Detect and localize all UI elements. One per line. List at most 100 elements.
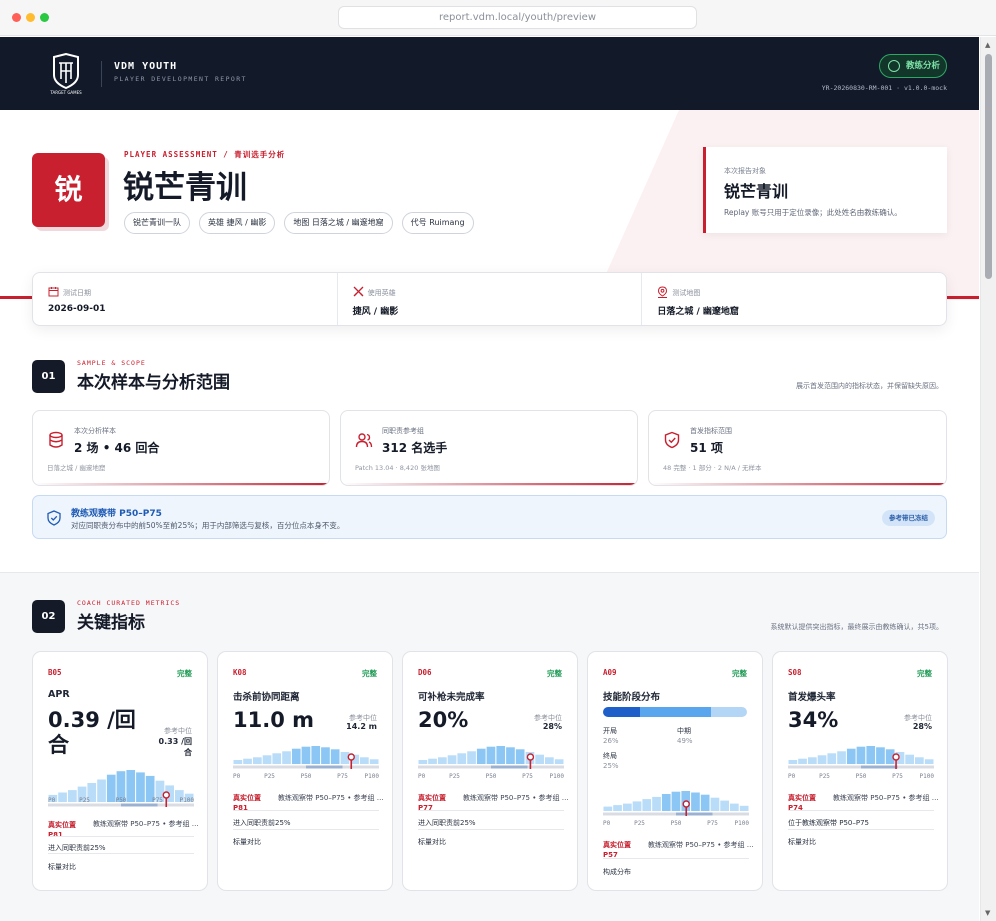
metric-card-s08[interactable]: S08 完整 首发爆头率 34% 参考中位 28% P0 P25 P50 P75 P10… [772,651,948,891]
sample-card: 本次分析样本 2 场 • 46 回合 日落之城 / 幽邃地窟 [32,410,330,486]
minimize-window-icon[interactable] [26,13,35,22]
metric-name: APR [48,689,70,700]
distribution-bar [457,753,467,764]
reference-value: 312 名选手 [382,441,448,455]
scrollbar-thumb[interactable] [985,54,992,279]
axis-tick-label: P0 [418,773,426,780]
distribution-bar [642,799,652,811]
distribution-bar [924,759,934,764]
coach-analysis-badge[interactable]: 教练分析 [879,54,947,78]
tag-hero: 英雄 捷风 / 幽影 [199,212,276,234]
percentile-axis: P0 P25 P50 P75 P100 [603,820,749,830]
distribution-bar [603,806,613,811]
metric-value: 20% [418,708,469,732]
distribution-bar [330,749,340,764]
distribution-bar [700,794,710,811]
card-accent-bar [33,483,329,485]
distribution-bar [652,796,661,811]
distribution-bar [506,747,515,764]
axis-tick-label: P25 [819,773,830,780]
sample-label: 本次分析样本 [74,427,116,435]
info-hero-label: 使用英雄 [367,289,396,297]
distribution-bar [817,755,827,764]
axis-tick-label: P0 [48,797,56,804]
reference-label: 同职责参考组 [382,427,424,435]
header-divider [101,61,102,87]
vertical-scrollbar[interactable]: ▲ ▼ [980,37,996,921]
metric-status: 完整 [917,669,932,678]
distribution-bar [447,755,457,764]
position-label: 真实位置 P57 [603,841,631,859]
stage-label-late: 终局 [603,752,617,760]
band-title: 教练观察带 P50–P75 [71,509,162,519]
database-icon [49,431,63,448]
target-desc: Replay 账号只用于定位录像；此处姓名由教练确认。 [724,208,902,217]
band-summary: 教练观察带 P50–P75 • 参考组 … [648,841,754,849]
brand-subtitle: PLAYER DEVELOPMENT REPORT [114,75,247,83]
metric-name: 首发爆头率 [788,692,836,703]
sample-sub: 日落之城 / 幽邃地窟 [47,464,106,472]
metric-value: 34% [788,708,839,732]
info-map-label: 测试地图 [672,289,701,297]
section-number-02: 02 [32,600,65,633]
percentile-axis: P0 P25 P50 P75 P100 [233,773,379,783]
shield-check-icon [664,431,680,449]
metric-line3: 标量对比 [48,863,76,871]
distribution-bar [535,754,544,764]
distribution-bar [623,803,632,811]
distribution-bar [291,748,301,764]
info-date-value: 2026-09-01 [48,304,106,314]
metric-card-k08[interactable]: K08 完整 击杀前协同距离 11.0 m 参考中位 14.2 m P0 P25 P… [217,651,393,891]
percentile-axis: P0 P25 P50 P75 P100 [788,773,934,783]
metric-code: D06 [418,668,432,677]
player-tags: 锐芒青训一队 英雄 捷风 / 幽影 地图 日落之城 / 幽邃地窟 代号 Ruim… [124,212,474,234]
shield-logo-icon: TARGET GAMES [49,53,82,95]
distribution-bar [808,757,817,764]
metric-line2: 位于教练观察带 P50–P75 [788,819,869,827]
stage-pct-early: 26% [603,737,619,745]
svg-text:TARGET GAMES: TARGET GAMES [49,90,82,95]
info-hero: 使用英雄 捷风 / 幽影 [338,273,643,325]
distribution-bar [545,757,554,764]
close-window-icon[interactable] [12,13,21,22]
axis-tick-label: P25 [449,773,460,780]
axis-tick-label: P50 [485,773,497,780]
map-pin-icon [658,286,668,298]
scope-label: 首发指标范围 [690,427,732,435]
percentile-axis: P0 P25 P50 P75 P100 [48,797,194,807]
info-date-label: 测试日期 [63,289,91,297]
address-bar[interactable]: report.vdm.local/youth/preview [338,6,697,29]
distribution-bar [613,805,622,811]
check-circle-icon [888,60,900,72]
metric-code: K08 [233,668,247,677]
maximize-window-icon[interactable] [40,13,49,22]
distribution-bar [418,760,428,764]
axis-tick-label: P75 [152,797,163,804]
section1-note: 展示首发范围内的指标状态，并保留缺失原因。 [796,382,943,390]
distribution-bar [691,792,700,811]
observation-band [861,765,898,769]
metric-card-b05[interactable]: B05 完整 APR 0.39 /回合 参考中位 0.33 /回合 P0 P25 P… [32,651,208,891]
divider [233,810,379,811]
scroll-up-arrow-icon[interactable]: ▲ [985,41,990,49]
metric-card-d06[interactable]: D06 完整 可补枪未完成率 20% 参考中位 28% P0 P25 P50 P75 P… [402,651,578,891]
scope-value: 51 项 [690,441,723,455]
divider [603,858,749,859]
target-label: 本次报告对象 [724,167,766,175]
player-marker [892,753,900,761]
card-accent-bar [649,483,946,485]
divider [788,810,934,811]
metric-card-a09[interactable]: A09 完整 技能阶段分布 开局 26% 中期 49% 终局 25% P0 P25… [587,651,763,891]
stage-pct-mid: 49% [677,737,693,745]
position-label: 真实位置 P81 [48,821,76,839]
info-map-value: 日落之城 / 幽邃地窟 [657,307,739,317]
metric-name: 击杀前协同距离 [233,692,300,703]
observation-band [491,765,528,769]
metric-line2: 进入同职责前25% [233,819,291,827]
player-marker [347,753,355,761]
band-frozen-pill[interactable]: 参考带已冻结 [882,510,935,526]
axis-tick-label: P50 [670,820,682,827]
distribution-bar [739,805,749,811]
metric-ref-value: 0.33 /回合 [158,737,192,757]
scroll-down-arrow-icon[interactable]: ▼ [985,909,990,917]
